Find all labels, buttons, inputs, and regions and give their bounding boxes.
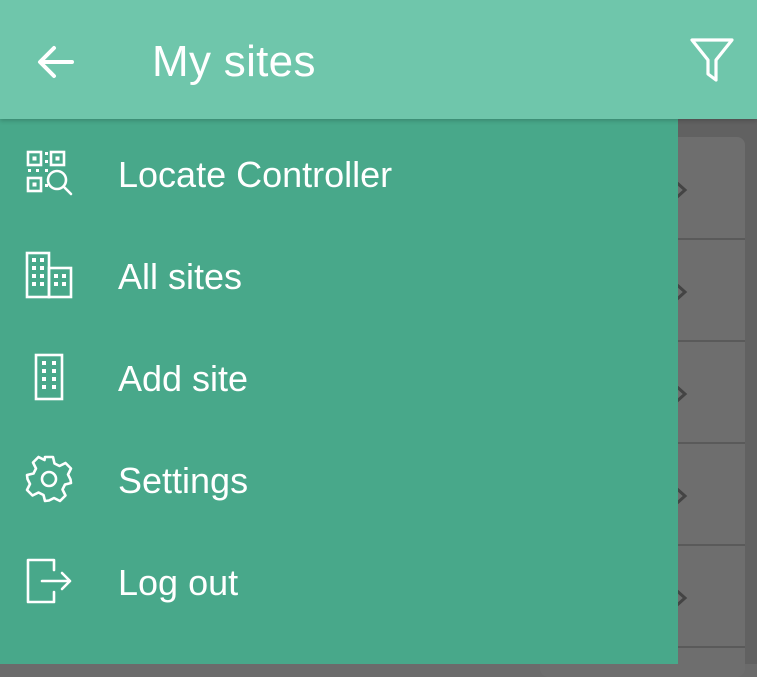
navigation-drawer: Locate Controller All sites Add site Set…	[0, 119, 678, 664]
menu-item-label: All sites	[118, 256, 243, 297]
menu-item-label: Log out	[118, 562, 239, 603]
menu-item-add-site[interactable]: Add site	[0, 328, 678, 424]
menu-item-label: Add site	[118, 358, 249, 399]
menu-item-all-sites[interactable]: All sites	[0, 226, 678, 322]
filter-button[interactable]	[688, 36, 736, 84]
menu-item-label: Settings	[118, 460, 249, 501]
filter-icon	[690, 38, 734, 82]
buildings-icon	[25, 251, 73, 299]
menu-item-locate-controller[interactable]: Locate Controller	[0, 124, 678, 220]
menu-item-log-out[interactable]: Log out	[0, 532, 678, 628]
menu-item-label: Locate Controller	[118, 154, 393, 195]
back-button[interactable]	[32, 38, 80, 86]
page-title: My sites	[152, 37, 316, 86]
menu-item-settings[interactable]: Settings	[0, 430, 678, 526]
arrow-left-icon	[38, 46, 74, 78]
app-bar: My sites	[0, 0, 757, 119]
qr-search-icon	[26, 150, 73, 196]
logout-icon	[26, 558, 72, 604]
building-icon	[34, 353, 64, 401]
gear-icon	[25, 455, 73, 503]
